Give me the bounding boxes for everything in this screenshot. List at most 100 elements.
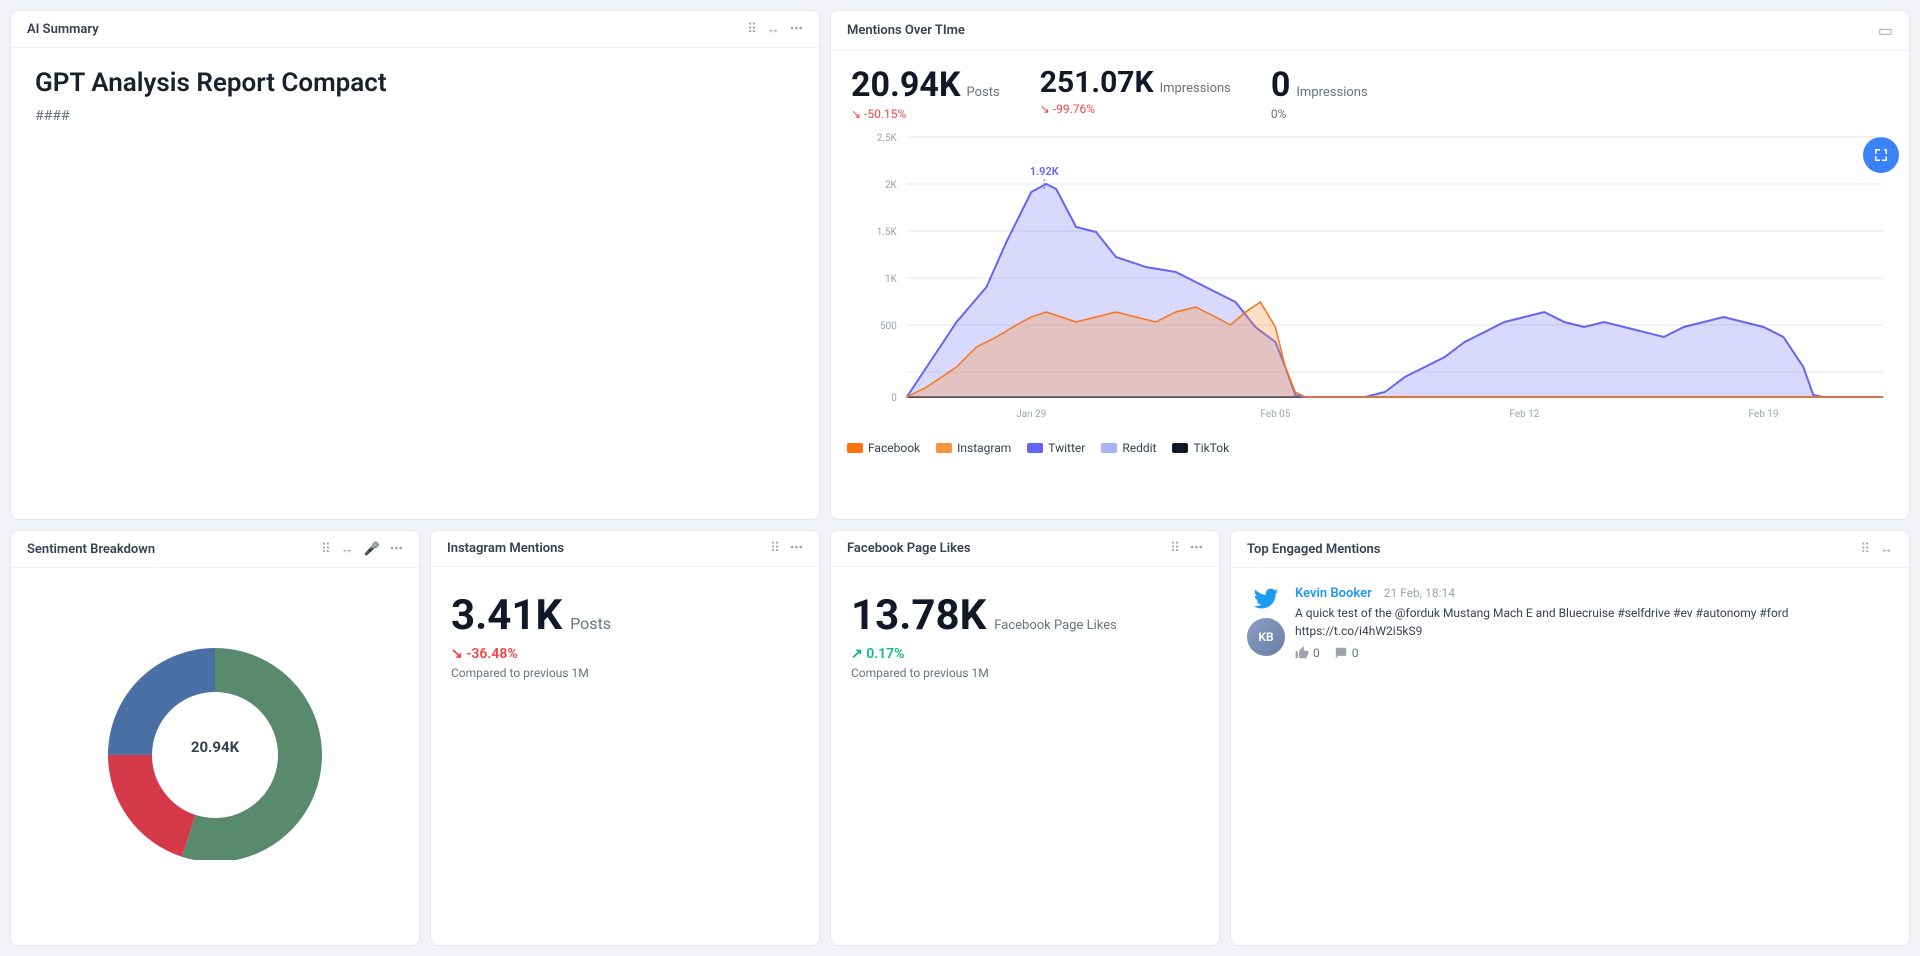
instagram-compare: Compared to previous 1M [451, 666, 799, 680]
top-mentions-header: Top Engaged Mentions ⠿ ↔ [1231, 531, 1909, 568]
ai-summary-title: AI Summary [27, 22, 99, 37]
mention-avatar: KB [1247, 618, 1285, 656]
mentions-stats: 20.94K Posts ↘ -50.15% 251.07K Impressio… [831, 51, 1909, 127]
twitter-legend-color [1027, 443, 1043, 453]
svg-text:0: 0 [891, 393, 897, 404]
stat-posts: 20.94K Posts ↘ -50.15% [851, 65, 1000, 121]
facebook-legend-label: Facebook [868, 441, 920, 455]
stat-impressions-value: 251.07K [1040, 65, 1154, 100]
instagram-body: 3.41K Posts ↘ -36.48% Compared to previo… [431, 567, 819, 704]
sentiment-expand-icon[interactable]: ↔ [341, 541, 354, 557]
svg-text:Feb 19: Feb 19 [1749, 409, 1779, 420]
expand-icon[interactable]: ↔ [767, 21, 780, 37]
mention-item: KB Kevin Booker 21 Feb, 18:14 A quick te… [1247, 582, 1893, 660]
facebook-unit: Facebook Page Likes [994, 618, 1117, 633]
ai-summary-actions: ⠿ ↔ ••• [747, 21, 803, 37]
mentions-chart: 2.5K 2K 1.5K 1K 500 0 Jan 29 Feb 05 Feb … [847, 127, 1893, 427]
more-icon[interactable]: ••• [790, 22, 803, 37]
legend-instagram: Instagram [936, 441, 1011, 455]
svg-text:1K: 1K [885, 274, 898, 285]
dashboard: AI Summary ⠿ ↔ ••• GPT Analysis Report C… [0, 0, 1920, 956]
instagram-grid-icon[interactable]: ⠿ [770, 541, 780, 556]
ai-summary-main-title: GPT Analysis Report Compact [35, 68, 795, 98]
instagram-change: ↘ -36.48% [451, 646, 799, 662]
sentiment-title: Sentiment Breakdown [27, 542, 155, 557]
sentiment-mic-icon[interactable]: 🎤 [364, 542, 380, 557]
stat-posts-change: ↘ -50.15% [851, 107, 1000, 121]
legend-reddit: Reddit [1101, 441, 1156, 455]
legend-twitter: Twitter [1027, 441, 1085, 455]
top-mentions-actions: ⠿ ↔ [1860, 541, 1893, 557]
stat-impressions-change: ↘ -99.76% [1040, 102, 1231, 116]
stat-impressions: 251.07K Impressions ↘ -99.76% [1040, 65, 1231, 116]
stat-zero-value: 0 [1271, 65, 1291, 105]
stat-posts-label: Posts [967, 85, 1000, 100]
svg-text:Jan 29: Jan 29 [1016, 409, 1046, 420]
minimize-icon[interactable]: ▭ [1878, 21, 1893, 40]
mentions-title: Mentions Over TIme [847, 23, 965, 38]
facebook-title: Facebook Page Likes [847, 541, 971, 556]
facebook-more-icon[interactable]: ••• [1190, 541, 1203, 556]
instagram-actions: ⠿ ••• [770, 541, 803, 556]
ai-summary-content: #### [35, 108, 795, 124]
twitter-platform-icon [1250, 582, 1282, 614]
stat-zero-change: 0% [1271, 107, 1368, 121]
svg-text:1.92K: 1.92K [1030, 165, 1060, 178]
mentions-over-time-card: Mentions Over TIme ▭ 20.94K Posts ↘ -50.… [830, 10, 1910, 520]
svg-text:500: 500 [880, 321, 897, 332]
reddit-legend-color [1101, 443, 1117, 453]
legend-tiktok: TikTok [1172, 441, 1229, 455]
mention-author-line: Kevin Booker 21 Feb, 18:14 [1295, 582, 1893, 601]
svg-text:1.5K: 1.5K [877, 227, 898, 238]
legend-facebook: Facebook [847, 441, 920, 455]
svg-text:Feb 12: Feb 12 [1509, 409, 1539, 420]
sentiment-header: Sentiment Breakdown ⠿ ↔ 🎤 ••• [11, 531, 419, 568]
instagram-unit: Posts [570, 614, 611, 633]
tiktok-legend-color [1172, 443, 1188, 453]
instagram-mentions-card: Instagram Mentions ⠿ ••• 3.41K Posts ↘ -… [430, 530, 820, 946]
mention-likes-count: 0 [1313, 646, 1320, 660]
instagram-title: Instagram Mentions [447, 541, 564, 556]
top-mentions-expand-icon[interactable]: ↔ [1880, 541, 1893, 557]
instagram-value: 3.41K [451, 591, 562, 640]
mentions-actions: ▭ [1878, 21, 1893, 40]
mention-author[interactable]: Kevin Booker [1295, 586, 1372, 601]
facebook-value: 13.78K [851, 591, 986, 640]
sentiment-body: 20.94K [11, 568, 419, 932]
facebook-header: Facebook Page Likes ⠿ ••• [831, 531, 1219, 567]
sentiment-breakdown-card: Sentiment Breakdown ⠿ ↔ 🎤 ••• [10, 530, 420, 946]
mention-stats: 0 0 [1295, 646, 1893, 660]
grid-icon[interactable]: ⠿ [747, 22, 757, 37]
top-mentions-grid-icon[interactable]: ⠿ [1860, 542, 1870, 557]
mention-text: A quick test of the @forduk Mustang Mach… [1295, 604, 1893, 640]
svg-text:20.94K: 20.94K [191, 738, 240, 756]
stat-zero-impressions: 0 Impressions 0% [1271, 65, 1368, 121]
chart-area: 2.5K 2K 1.5K 1K 500 0 Jan 29 Feb 05 Feb … [831, 127, 1909, 435]
facebook-legend-color [847, 443, 863, 453]
twitter-legend-label: Twitter [1048, 441, 1085, 455]
top-mentions-title: Top Engaged Mentions [1247, 542, 1381, 557]
facebook-grid-icon[interactable]: ⠿ [1170, 541, 1180, 556]
tiktok-legend-label: TikTok [1193, 441, 1229, 455]
donut-chart: 20.94K [85, 640, 345, 860]
facebook-metric: 13.78K Facebook Page Likes [851, 591, 1199, 640]
sentiment-actions: ⠿ ↔ 🎤 ••• [321, 541, 403, 557]
stat-zero-label: Impressions [1296, 85, 1367, 100]
instagram-more-icon[interactable]: ••• [790, 541, 803, 556]
ai-summary-body: GPT Analysis Report Compact #### [11, 48, 819, 144]
stat-impressions-label: Impressions [1160, 81, 1231, 96]
instagram-legend-color [936, 443, 952, 453]
bottom-row: Sentiment Breakdown ⠿ ↔ 🎤 ••• [10, 530, 1910, 946]
facebook-compare: Compared to previous 1M [851, 666, 1199, 680]
mentions-header: Mentions Over TIme ▭ [831, 11, 1909, 51]
mention-comments: 0 [1334, 646, 1359, 660]
sentiment-more-icon[interactable]: ••• [390, 542, 403, 557]
instagram-header: Instagram Mentions ⠿ ••• [431, 531, 819, 567]
instagram-metric: 3.41K Posts [451, 591, 799, 640]
mention-comments-count: 0 [1352, 646, 1359, 660]
svg-text:2.5K: 2.5K [877, 133, 898, 144]
chart-legend: Facebook Instagram Twitter Reddit TikTok [831, 435, 1909, 467]
sentiment-grid-icon[interactable]: ⠿ [321, 542, 331, 557]
facebook-page-likes-card: Facebook Page Likes ⠿ ••• 13.78K Faceboo… [830, 530, 1220, 946]
svg-text:Feb 05: Feb 05 [1260, 409, 1290, 420]
